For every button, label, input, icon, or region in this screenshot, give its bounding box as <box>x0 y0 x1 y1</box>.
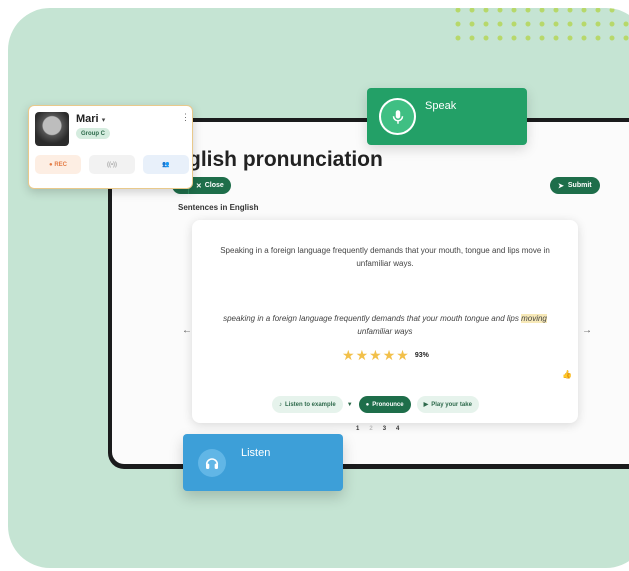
avatar <box>35 112 69 146</box>
decorative-dots <box>448 8 629 42</box>
prev-arrow-icon[interactable]: ← <box>182 325 192 336</box>
participants-button[interactable]: 👥 <box>143 155 189 174</box>
listen-badge: Listen <box>183 434 343 491</box>
record-button[interactable]: ● REC <box>35 155 81 174</box>
broadcast-button[interactable]: ((•)) <box>89 155 135 174</box>
broadcast-icon: ((•)) <box>106 161 118 168</box>
exercise-card: Speaking in a foreign language frequentl… <box>192 220 578 423</box>
pronounce-button[interactable]: ● Pronounce <box>358 396 411 413</box>
users-icon: 👥 <box>162 162 170 168</box>
listen-example-label: Listen to example <box>285 401 336 408</box>
close-button[interactable]: ✕ Close <box>187 177 231 194</box>
star-icon: ★ <box>382 347 396 363</box>
close-icon: ✕ <box>195 182 202 190</box>
play-icon: ▶ <box>423 402 429 408</box>
page-3[interactable]: 3 <box>383 426 386 432</box>
microphone-icon <box>379 98 416 135</box>
ear-icon: ♪ <box>279 401 282 408</box>
thumbs-up-icon[interactable]: 👍 <box>562 370 572 379</box>
pagination: 1 2 3 4 <box>356 426 399 432</box>
page-4[interactable]: 4 <box>396 426 399 432</box>
profile-name-row[interactable]: Mari ▾ <box>76 113 105 125</box>
section-label: Sentences in English <box>178 203 259 212</box>
speak-label: Speak <box>425 100 457 112</box>
page-title: glish pronunciation <box>188 148 383 171</box>
sentence-user-take: speaking in a foreign language frequentl… <box>206 312 564 338</box>
rating: ★ ★ ★ ★ ★ 93% <box>342 348 429 362</box>
record-label: REC <box>54 161 67 168</box>
play-take-button[interactable]: ▶ Play your take <box>416 396 479 413</box>
send-icon: ➤ <box>558 182 564 190</box>
listen-example-button[interactable]: ♪ Listen to example <box>272 396 343 413</box>
star-icon: ★ <box>369 347 382 363</box>
listen-label: Listen <box>241 447 271 459</box>
user-take-text-end: unfamiliar ways <box>357 327 413 336</box>
headphones-icon <box>198 449 226 477</box>
microphone-icon: ● <box>365 401 370 408</box>
card-actions: ♪ Listen to example ▼ ● Pronounce ▶ Play… <box>272 396 479 413</box>
submit-button[interactable]: ➤ Submit <box>550 177 600 194</box>
speak-badge: Speak <box>367 88 527 145</box>
profile-card: Mari ▾ Group C ⋮ ● REC ((•)) 👥 <box>28 105 193 189</box>
close-label: Close <box>204 182 224 189</box>
star-icon: ★ <box>355 347 369 363</box>
sentence-english: Speaking in a foreign language frequentl… <box>220 246 550 268</box>
play-take-label: Play your take <box>431 401 472 408</box>
submit-label: Submit <box>567 182 592 189</box>
user-take-text: speaking in a foreign language frequentl… <box>223 314 522 323</box>
next-arrow-icon[interactable]: → <box>582 325 592 336</box>
score-value: 93% <box>414 351 429 359</box>
profile-name: Mari <box>76 113 99 125</box>
star-icon: ★ <box>396 347 409 363</box>
more-options-icon[interactable]: ⋮ <box>181 112 190 123</box>
chevron-down-icon: ▾ <box>101 117 106 124</box>
pronounce-label: Pronounce <box>372 401 404 408</box>
chevron-down-icon[interactable]: ▼ <box>347 402 353 408</box>
star-icon: ★ <box>342 347 355 363</box>
mispronounced-word: moving <box>521 314 547 323</box>
page-2[interactable]: 2 <box>369 426 372 432</box>
group-badge: Group C <box>76 128 110 139</box>
page-1[interactable]: 1 <box>356 426 359 432</box>
